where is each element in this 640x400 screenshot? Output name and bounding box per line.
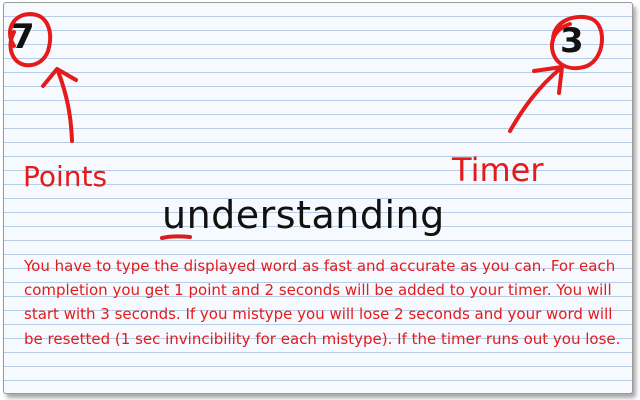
timer-label: Timer (452, 151, 544, 189)
timer-counter: 3 (560, 21, 584, 61)
target-word: understanding (162, 192, 445, 238)
word-typed-part: u (162, 193, 187, 237)
word-remaining-part: nderstanding (186, 193, 445, 237)
instructions-text: You have to type the displayed word as f… (24, 257, 621, 348)
game-screen: 7 3 Points Timer understanding You have … (0, 0, 640, 400)
points-label: Points (23, 160, 108, 193)
points-counter: 7 (11, 17, 35, 57)
